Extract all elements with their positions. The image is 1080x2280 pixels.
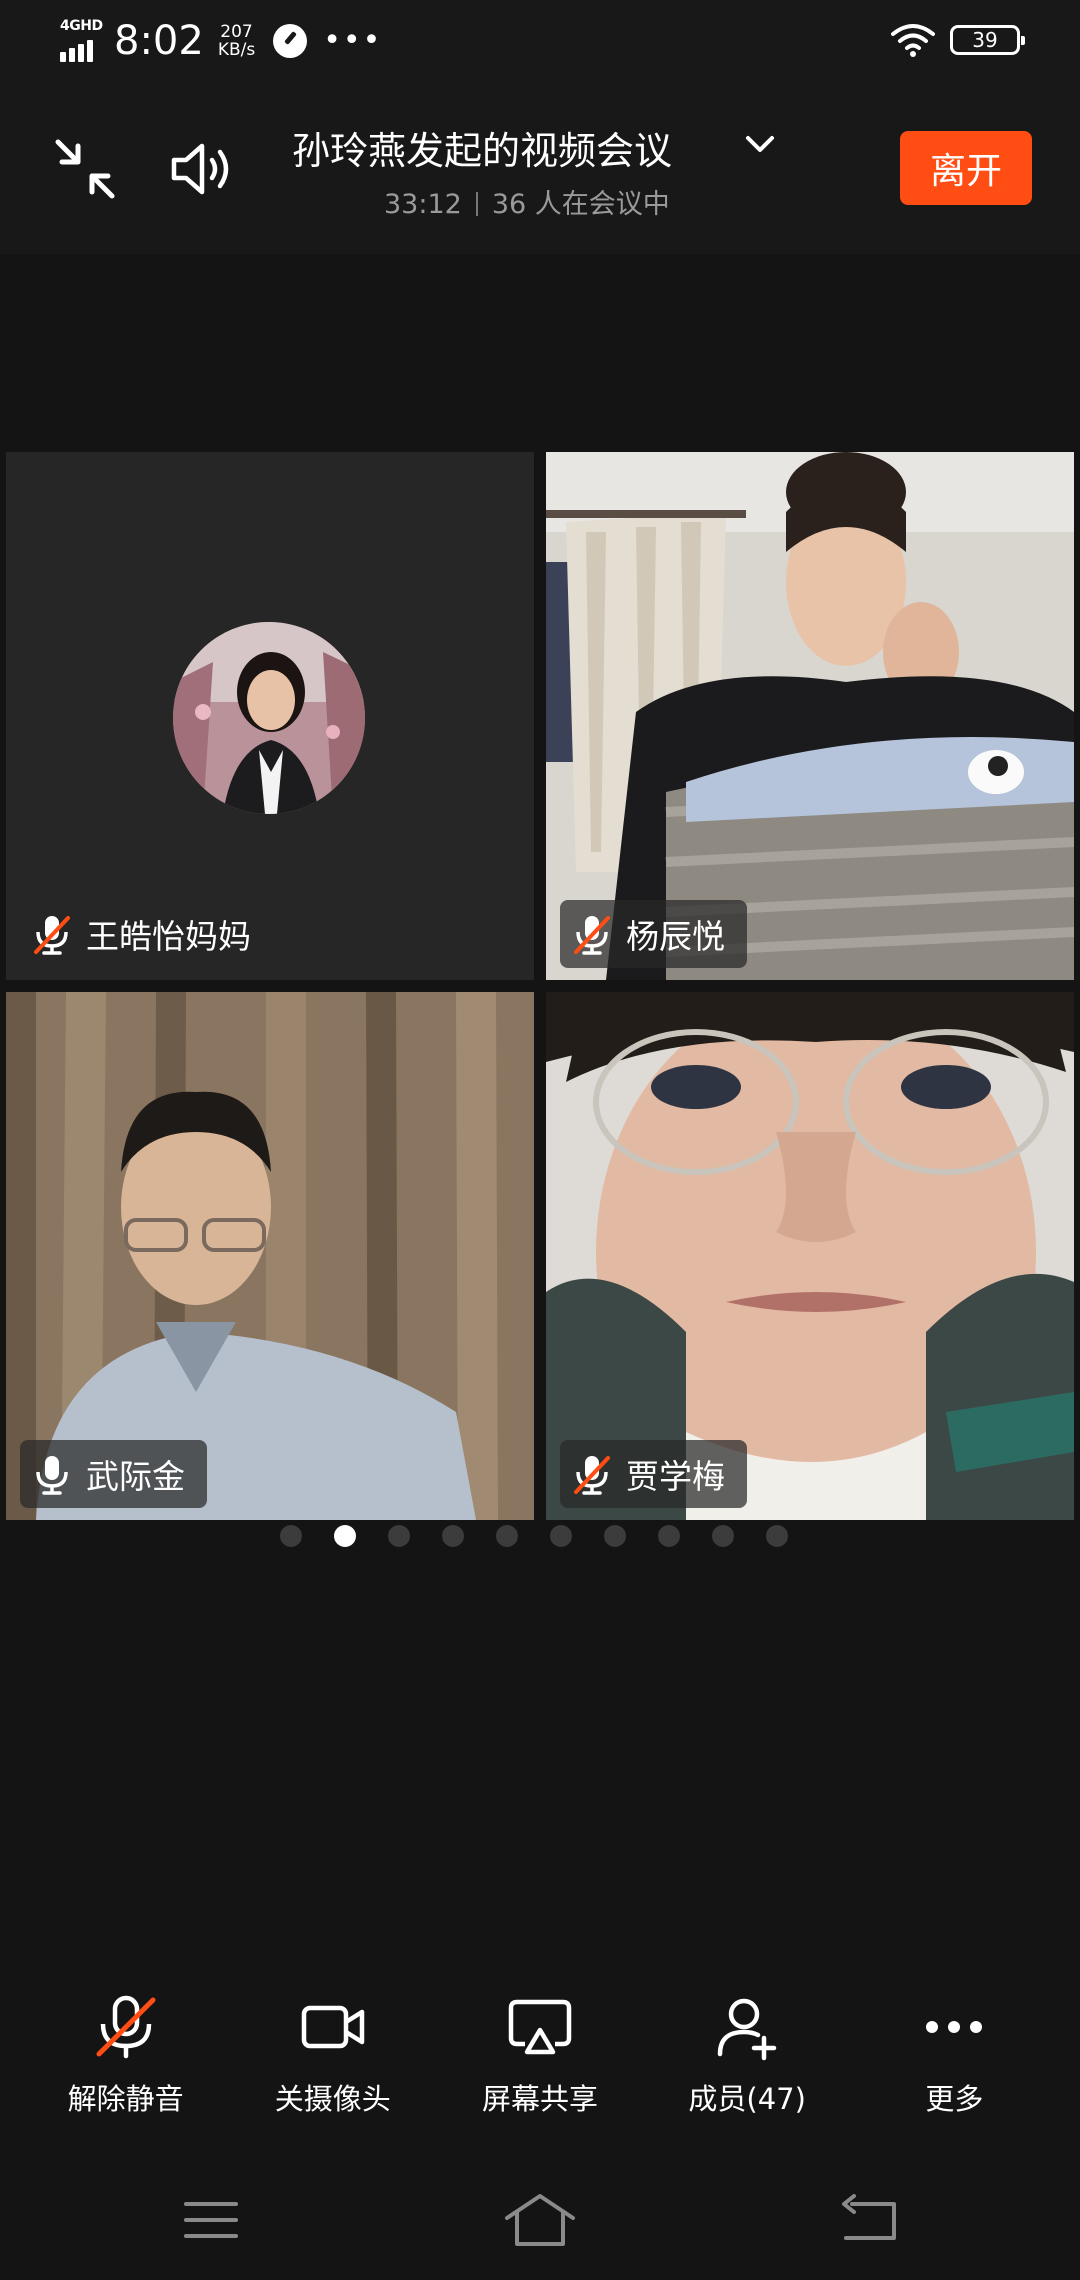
participant-name: 武际金 bbox=[86, 1457, 185, 1496]
mic-muted-icon bbox=[574, 916, 610, 955]
battery-icon: 39 bbox=[950, 25, 1025, 55]
more-notifications-icon: ••• bbox=[323, 23, 383, 58]
screen-share-label: 屏幕共享 bbox=[481, 2082, 598, 2116]
minimize-icon[interactable] bbox=[50, 134, 120, 204]
more-label: 更多 bbox=[925, 2082, 984, 2116]
page-indicator[interactable] bbox=[280, 1525, 788, 1547]
page-dot[interactable] bbox=[766, 1525, 788, 1547]
unmute-label: 解除静音 bbox=[67, 2082, 184, 2116]
page-dot[interactable] bbox=[712, 1525, 734, 1547]
page-dot[interactable] bbox=[280, 1525, 302, 1547]
screen-share-icon bbox=[508, 1999, 572, 2055]
participant-tile[interactable]: 贾学梅 bbox=[546, 992, 1074, 1520]
participant-name: 王皓怡妈妈 bbox=[86, 917, 251, 956]
page-dot[interactable] bbox=[334, 1525, 356, 1547]
participant-name: 杨辰悦 bbox=[626, 917, 725, 956]
unmute-button[interactable]: 解除静音 bbox=[26, 1992, 226, 2152]
cellular-signal-icon: 4GHD bbox=[58, 18, 104, 64]
page-dot[interactable] bbox=[604, 1525, 626, 1547]
participant-name-tag: 杨辰悦 bbox=[560, 900, 747, 968]
status-right: 39 bbox=[890, 22, 1025, 58]
participant-name-tag: 贾学梅 bbox=[560, 1440, 747, 1508]
menu-icon[interactable] bbox=[174, 2190, 248, 2250]
page-dot[interactable] bbox=[442, 1525, 464, 1547]
mic-icon bbox=[36, 1456, 68, 1495]
video-camera-icon bbox=[301, 2005, 365, 2049]
home-icon[interactable] bbox=[503, 2190, 577, 2250]
members-button[interactable]: 成员(47) bbox=[647, 1992, 847, 2152]
speaker-icon[interactable] bbox=[168, 134, 238, 204]
mic-muted-icon bbox=[96, 1995, 156, 2059]
speed-unit: KB/s bbox=[217, 40, 256, 60]
leave-button[interactable]: 离开 bbox=[900, 131, 1032, 205]
mic-muted-icon bbox=[34, 916, 70, 955]
participant-name-tag: 王皓怡妈妈 bbox=[20, 900, 273, 968]
mic-muted-icon bbox=[574, 1456, 610, 1495]
participant-name: 贾学梅 bbox=[626, 1457, 725, 1496]
meeting-header: 孙玲燕发起的视频会议 33:12 36 人在会议中 离开 bbox=[0, 84, 1080, 254]
page-dot[interactable] bbox=[658, 1525, 680, 1547]
meeting-toolbar: 解除静音 关摄像头 屏幕共享 成员(47) 更多 bbox=[0, 1992, 1080, 2152]
camera-button[interactable]: 关摄像头 bbox=[233, 1992, 433, 2152]
meeting-title-area[interactable]: 孙玲燕发起的视频会议 33:12 36 人在会议中 bbox=[292, 120, 792, 220]
participant-name-tag: 武际金 bbox=[20, 1440, 207, 1508]
status-bar: 4GHD 8:02 207 KB/s ••• 39 bbox=[0, 0, 1080, 84]
more-button[interactable]: 更多 bbox=[854, 1992, 1054, 2152]
meeting-status: 33:12 36 人在会议中 bbox=[384, 182, 670, 221]
battery-level: 39 bbox=[972, 28, 998, 52]
camera-label: 关摄像头 bbox=[274, 2082, 391, 2116]
screen-share-button[interactable]: 屏幕共享 bbox=[440, 1992, 640, 2152]
page-dot[interactable] bbox=[388, 1525, 410, 1547]
page-dot[interactable] bbox=[550, 1525, 572, 1547]
meeting-duration: 33:12 bbox=[384, 189, 462, 220]
meeting-title[interactable]: 孙玲燕发起的视频会议 bbox=[292, 120, 792, 175]
participant-tile[interactable]: 王皓怡妈妈 bbox=[6, 452, 534, 980]
system-nav-bar bbox=[0, 2160, 1080, 2280]
status-left: 4GHD 8:02 207 KB/s ••• bbox=[58, 18, 382, 64]
network-speed: 207 KB/s bbox=[218, 23, 255, 59]
speed-dial-icon bbox=[273, 24, 308, 58]
participant-tile[interactable]: 武际金 bbox=[6, 992, 534, 1520]
clock: 8:02 bbox=[114, 18, 204, 64]
avatar bbox=[173, 622, 365, 814]
add-user-icon bbox=[717, 1998, 777, 2061]
more-icon bbox=[926, 2021, 983, 2033]
speed-value: 207 bbox=[220, 22, 253, 42]
page-dot[interactable] bbox=[496, 1525, 518, 1547]
members-label: 成员(47) bbox=[688, 2082, 806, 2116]
network-type: 4GHD bbox=[60, 18, 103, 34]
chevron-down-icon[interactable] bbox=[740, 130, 780, 160]
wifi-icon bbox=[891, 24, 935, 57]
participant-tile[interactable]: 杨辰悦 bbox=[546, 452, 1074, 980]
participant-count: 36 人在会议中 bbox=[491, 189, 670, 220]
back-icon[interactable] bbox=[832, 2190, 906, 2250]
